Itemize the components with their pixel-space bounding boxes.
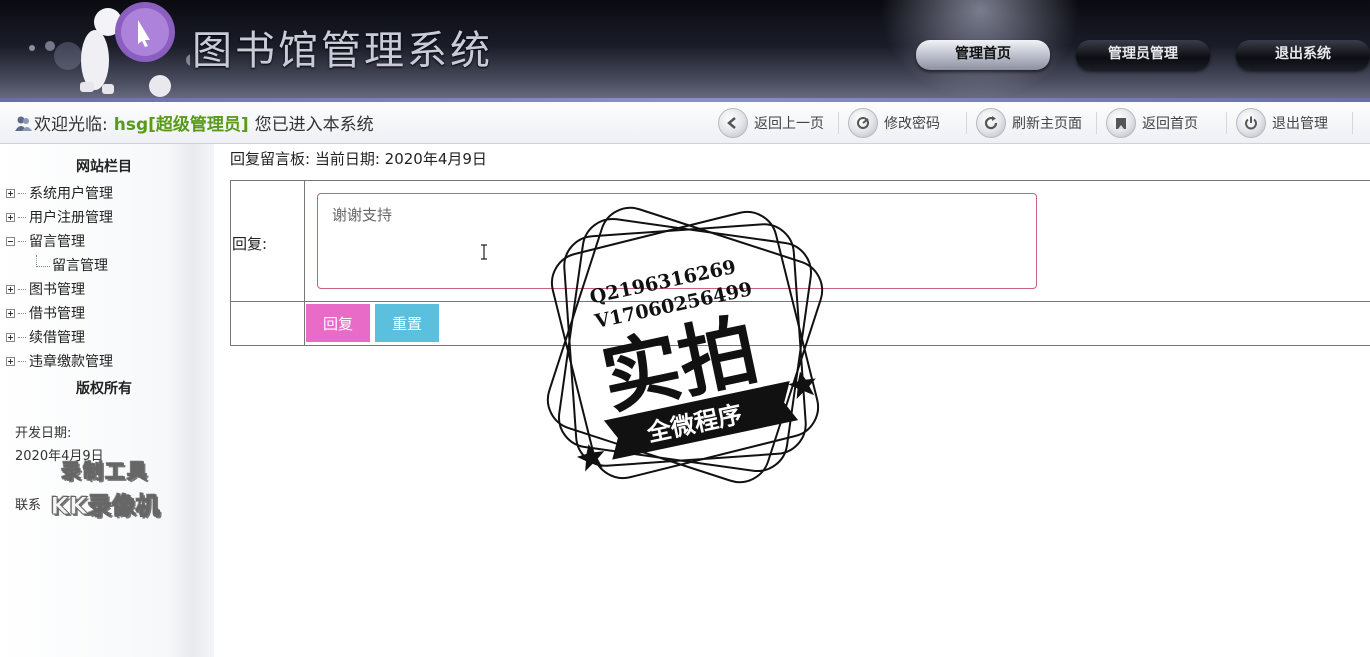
expand-plus-icon[interactable] xyxy=(6,308,15,318)
sidebar-item-label: 违章缴款管理 xyxy=(29,354,113,370)
refresh-main-label: 刷新主页面 xyxy=(1012,116,1082,132)
buttons-label-cell xyxy=(230,301,305,346)
watermark-line2: KK录像机 xyxy=(50,492,160,521)
app-title: 图书馆管理系统 xyxy=(192,28,493,74)
change-password-button[interactable]: 修改密码 xyxy=(848,108,940,138)
toolbar-separator xyxy=(1352,112,1353,134)
recorder-watermark: 录制工具 KK录像机 xyxy=(35,455,175,521)
reset-button[interactable]: 重置 xyxy=(375,304,439,342)
sidebar-item-user-registration[interactable]: 用户注册管理 xyxy=(6,207,113,227)
nav-admin-home-button[interactable]: 管理首页 xyxy=(916,40,1050,70)
sidebar-item-label: 系统用户管理 xyxy=(29,186,113,202)
copyright-title: 版权所有 xyxy=(76,381,132,397)
dev-date-label: 开发日期: xyxy=(15,426,72,441)
sidebar-subitem-label: 留言管理 xyxy=(52,258,108,274)
user-icon xyxy=(15,116,32,131)
sidebar-item-label: 续借管理 xyxy=(29,330,85,346)
sidebar-subitem-messages[interactable]: 留言管理 xyxy=(36,255,108,275)
sidebar-item-violation-fees[interactable]: 违章缴款管理 xyxy=(6,351,113,371)
app-header: 图书馆管理系统 管理首页 管理员管理 退出系统 xyxy=(0,0,1370,102)
expand-plus-icon[interactable] xyxy=(6,356,15,366)
toolbar: 欢迎光临: hsg[超级管理员] 您已进入本系统 返回上一页 修改密码 刷新主页… xyxy=(0,102,1370,144)
sidebar-item-renewal[interactable]: 续借管理 xyxy=(6,327,85,347)
return-home-label: 返回首页 xyxy=(1142,116,1198,132)
return-home-button[interactable]: 返回首页 xyxy=(1106,108,1198,138)
sidebar-item-label: 留言管理 xyxy=(29,234,85,250)
back-page-label: 返回上一页 xyxy=(754,116,824,132)
welcome-suffix: 您已进入本系统 xyxy=(254,115,374,135)
sidebar-item-system-users[interactable]: 系统用户管理 xyxy=(6,183,113,203)
arrow-left-icon xyxy=(718,108,748,138)
stamp-watermark: Q2196316269 V17060256499 实拍 全微程序 xyxy=(546,206,824,484)
reply-submit-button[interactable]: 回复 xyxy=(306,304,370,342)
tree-elbow xyxy=(36,255,50,267)
expand-plus-icon[interactable] xyxy=(6,284,15,294)
sidebar-section-title: 网站栏目 xyxy=(76,159,132,175)
expand-plus-icon[interactable] xyxy=(6,188,15,198)
logo-icon xyxy=(29,2,190,97)
back-page-button[interactable]: 返回上一页 xyxy=(718,108,824,138)
collapse-minus-icon[interactable] xyxy=(6,236,15,246)
expand-plus-icon[interactable] xyxy=(6,212,15,222)
page-title: 回复留言板: 当前日期: 2020年4月9日 xyxy=(230,150,487,168)
reply-label: 回复: xyxy=(232,235,268,253)
change-password-label: 修改密码 xyxy=(884,116,940,132)
refresh-icon xyxy=(976,108,1006,138)
text-cursor-icon xyxy=(481,244,487,260)
nav-admin-manage-button[interactable]: 管理员管理 xyxy=(1076,40,1210,70)
sidebar-item-books[interactable]: 图书管理 xyxy=(6,279,85,299)
current-username: hsg[超级管理员] xyxy=(113,115,249,135)
refresh-main-button[interactable]: 刷新主页面 xyxy=(976,108,1082,138)
welcome-message: 欢迎光临: hsg[超级管理员] 您已进入本系统 xyxy=(14,110,374,135)
nav-exit-system-button[interactable]: 退出系统 xyxy=(1236,40,1370,70)
logout-manage-label: 退出管理 xyxy=(1272,116,1328,132)
toolbar-separator xyxy=(1226,112,1227,134)
toolbar-separator xyxy=(966,112,967,134)
watermark-line1: 录制工具 xyxy=(61,459,149,484)
sidebar-item-borrowing[interactable]: 借书管理 xyxy=(6,303,85,323)
sidebar: 网站栏目 系统用户管理 用户注册管理 留言管理 留言管理 图书管理 借书管理 续… xyxy=(0,144,214,657)
logout-manage-button[interactable]: 退出管理 xyxy=(1236,108,1328,138)
sidebar-item-label: 图书管理 xyxy=(29,282,85,298)
toolbar-separator xyxy=(1096,112,1097,134)
home-icon xyxy=(1106,108,1136,138)
sidebar-item-messages[interactable]: 留言管理 xyxy=(6,231,85,251)
toolbar-separator xyxy=(838,112,839,134)
expand-plus-icon[interactable] xyxy=(6,332,15,342)
welcome-prefix: 欢迎光临: xyxy=(34,115,108,135)
sidebar-item-label: 借书管理 xyxy=(29,306,85,322)
power-icon xyxy=(1236,108,1266,138)
key-icon xyxy=(848,108,878,138)
sidebar-item-label: 用户注册管理 xyxy=(29,210,113,226)
